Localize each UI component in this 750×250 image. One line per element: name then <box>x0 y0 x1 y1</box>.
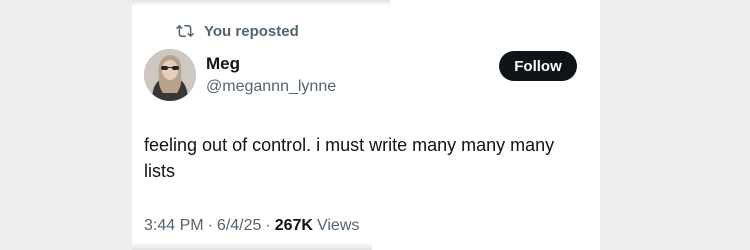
tweet-text: feeling out of control. i must write man… <box>144 135 555 181</box>
tweet-date[interactable]: 6/4/25 <box>217 217 261 235</box>
avatar-image <box>144 49 196 101</box>
tweet-time[interactable]: 3:44 PM <box>144 217 204 235</box>
meta-separator: · <box>207 217 213 234</box>
left-margin <box>0 0 132 250</box>
views-label: Views <box>316 217 360 234</box>
meta-separator: · <box>265 217 271 234</box>
tweet-meta: 3:44 PM · 6/4/25 · 267K Views <box>144 215 359 237</box>
author-name[interactable]: Meg <box>206 54 240 74</box>
repost-icon <box>176 24 194 38</box>
right-margin <box>600 0 750 250</box>
bottom-divider <box>132 242 372 250</box>
avatar[interactable] <box>144 49 196 101</box>
repost-indicator: You reposted <box>176 20 299 42</box>
author-handle[interactable]: @megannn_lynne <box>206 78 336 96</box>
follow-button[interactable]: Follow <box>499 51 577 81</box>
tweet-card[interactable]: You reposted Meg @megannn_lynne Follow f… <box>132 0 600 250</box>
views-count[interactable]: 267K <box>275 217 313 235</box>
top-divider <box>132 0 390 6</box>
repost-label: You reposted <box>204 22 299 40</box>
